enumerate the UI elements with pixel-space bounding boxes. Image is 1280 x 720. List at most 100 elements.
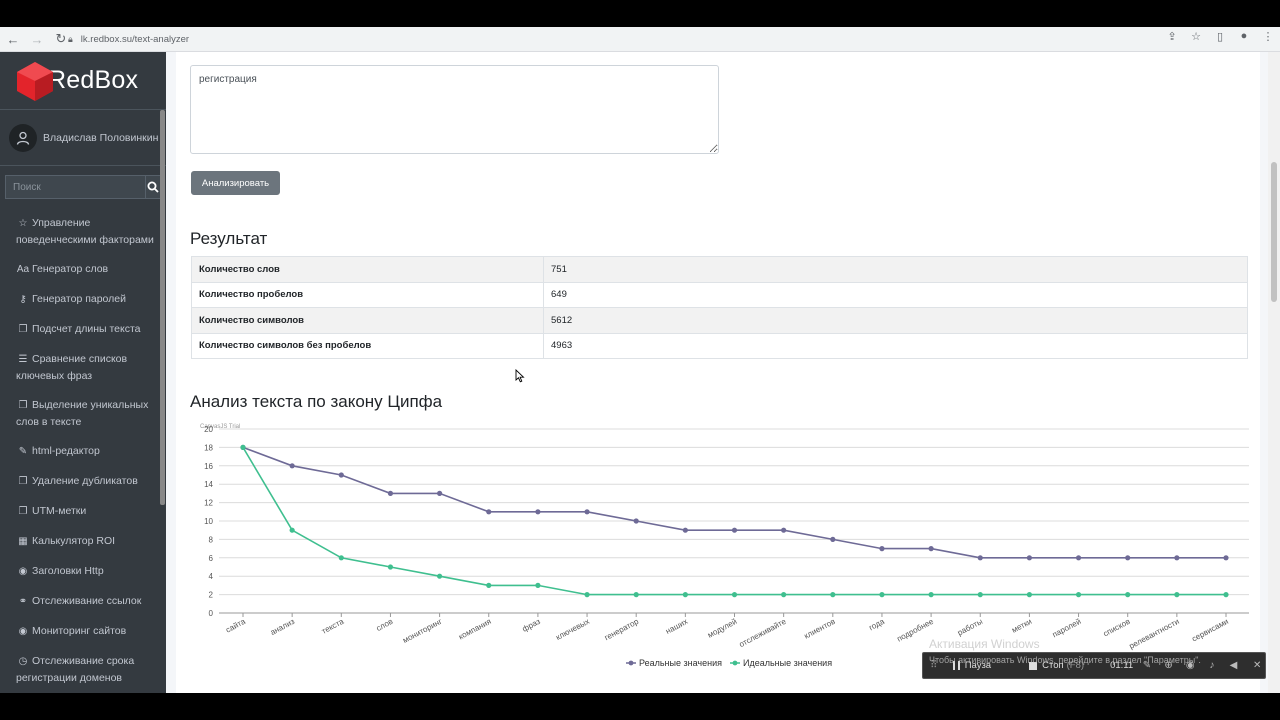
- user-panel[interactable]: Владислав Половинкин: [0, 110, 166, 166]
- sidebar-item[interactable]: ◉ Мониторинг сайтов: [0, 617, 166, 647]
- x-tick-label: года: [867, 617, 886, 633]
- x-tick-label: клиентов: [803, 617, 837, 641]
- sidebar-item[interactable]: ⚭ Отслеживание ссылок: [0, 587, 166, 617]
- user-avatar: [9, 123, 37, 152]
- windows-activation-subtitle: Чтобы активировать Windows, перейдите в …: [929, 655, 1201, 665]
- back-arrow-icon[interactable]: ←: [2, 28, 24, 50]
- globe-icon: ◉: [18, 626, 28, 637]
- data-point: [1223, 592, 1229, 598]
- redbox-logo-icon: [17, 61, 53, 101]
- sidebar-item[interactable]: ❐ Подсчет длины текста: [0, 315, 166, 345]
- speaker-icon[interactable]: ◀: [1226, 660, 1242, 671]
- user-name: Владислав Половинкин: [43, 131, 159, 144]
- legend-swatch: [732, 660, 738, 666]
- y-tick-label: 6: [209, 554, 214, 563]
- sidebar-item[interactable]: ❐ Удаление дубликатов: [0, 467, 166, 497]
- sidebar-item-label: Выделение уникальных слов в тексте: [16, 399, 149, 428]
- sidebar-scrollbar[interactable]: [160, 110, 165, 505]
- result-value: 4963: [543, 332, 1248, 359]
- x-tick-label: анализ: [269, 617, 297, 637]
- result-value: 5612: [543, 307, 1248, 334]
- legend-label: Реальные значения: [639, 658, 722, 668]
- sidebar-item[interactable]: ▦ Калькулятор ROI: [0, 527, 166, 557]
- sidebar-item[interactable]: ☆ Управление поведенческими факторами: [0, 209, 166, 255]
- table-row: Количество символов без пробелов 4963: [191, 332, 1248, 359]
- y-tick-label: 8: [209, 535, 214, 544]
- x-tick-label: паролей: [1051, 617, 1083, 640]
- search-icon: [147, 181, 159, 193]
- windows-activation-title: Активация Windows: [929, 637, 1040, 651]
- sidebar-item[interactable]: ⚷ Генератор паролей: [0, 285, 166, 315]
- data-point: [1174, 592, 1180, 598]
- copy-icon: ❐: [18, 324, 28, 335]
- data-point: [1075, 592, 1082, 598]
- profile-icon[interactable]: ●: [1236, 30, 1252, 43]
- key-icon: ⚷: [19, 294, 27, 305]
- page-scrollbar-thumb[interactable]: [1271, 162, 1277, 302]
- data-point: [387, 564, 394, 570]
- result-label: Количество пробелов: [191, 281, 544, 308]
- sidebar: RedBox Владислав Половинкин ☆Управление …: [0, 52, 166, 693]
- sidebar-item[interactable]: ✎ html-редактор: [0, 437, 166, 467]
- sidebar-item[interactable]: ❐ Выделение уникальных слов в тексте: [0, 391, 166, 437]
- y-tick-label: 14: [204, 480, 213, 489]
- data-point: [977, 592, 983, 598]
- forward-arrow-icon[interactable]: →: [26, 28, 48, 50]
- sidebar-item[interactable]: Aa Генератор слов: [0, 255, 166, 285]
- data-point: [731, 527, 738, 533]
- data-point: [781, 527, 787, 533]
- x-tick-label: списков: [1102, 617, 1132, 639]
- data-point: [535, 582, 541, 588]
- data-point: [682, 527, 688, 533]
- y-tick-label: 0: [209, 609, 214, 618]
- data-point: [879, 546, 885, 552]
- sidebar-item[interactable]: ❐ UTM-метки: [0, 497, 166, 527]
- search-button[interactable]: [145, 175, 161, 199]
- globe-icon: ◉: [18, 566, 28, 577]
- data-point: [682, 592, 688, 598]
- data-point: [1026, 592, 1032, 598]
- results-table: Количество слов 751 Количество пробелов 649…: [191, 256, 1248, 359]
- result-value: 649: [543, 281, 1248, 308]
- copy-icon: ❐: [18, 506, 28, 517]
- sidebar-item[interactable]: ☰ Сравнение списков ключевых фраз: [0, 345, 166, 391]
- search-input[interactable]: [5, 175, 145, 199]
- bookmark-star-icon[interactable]: ☆: [1188, 30, 1204, 43]
- legend-label: Идеальные значения: [743, 658, 832, 668]
- brand[interactable]: RedBox: [0, 52, 166, 110]
- sidebar-item[interactable]: ◷ Отслеживание срока регистрации доменов: [0, 647, 166, 693]
- page-scrollbar[interactable]: [1268, 52, 1280, 693]
- result-label: Количество слов: [191, 256, 544, 283]
- sidebar-item[interactable]: ◉ Заголовки Http: [0, 557, 166, 587]
- main-content: регистрация Анализировать Результат Коли…: [166, 52, 1268, 693]
- y-tick-label: 2: [209, 591, 214, 600]
- text-input[interactable]: регистрация: [190, 65, 719, 154]
- sidebar-item-label: Мониторинг сайтов: [32, 625, 127, 637]
- data-point: [1026, 555, 1032, 561]
- sidebar-search: [5, 175, 161, 199]
- side-panel-icon[interactable]: ▯: [1212, 30, 1228, 43]
- y-tick-label: 10: [204, 517, 213, 526]
- share-icon[interactable]: ⇪: [1164, 30, 1180, 43]
- analyze-button[interactable]: Анализировать: [191, 171, 280, 195]
- address-bar[interactable]: 🔒︎ lk.redbox.su/text-analyzer: [68, 30, 1168, 49]
- data-point: [584, 592, 590, 598]
- url-text: lk.redbox.su/text-analyzer: [80, 34, 190, 45]
- close-icon[interactable]: ✕: [1249, 660, 1265, 671]
- data-point: [289, 463, 295, 469]
- microphone-icon[interactable]: ♪: [1204, 660, 1220, 671]
- y-tick-label: 18: [204, 443, 213, 452]
- table-row: Количество символов 5612: [191, 307, 1248, 334]
- menu-dots-icon[interactable]: ⋮: [1260, 30, 1276, 43]
- clock-icon: ◷: [18, 656, 28, 667]
- x-tick-label: мониторинг: [401, 617, 443, 645]
- table-row: Количество пробелов 649: [191, 281, 1248, 308]
- list-icon: ☰: [18, 354, 28, 365]
- data-point: [535, 509, 541, 515]
- result-label: Количество символов без пробелов: [191, 332, 544, 359]
- legend-swatch: [628, 660, 634, 666]
- sidebar-item-label: Удаление дубликатов: [32, 475, 138, 487]
- data-point: [781, 592, 787, 598]
- sidebar-item-label: Отслеживание ссылок: [32, 595, 142, 607]
- data-point: [977, 555, 983, 561]
